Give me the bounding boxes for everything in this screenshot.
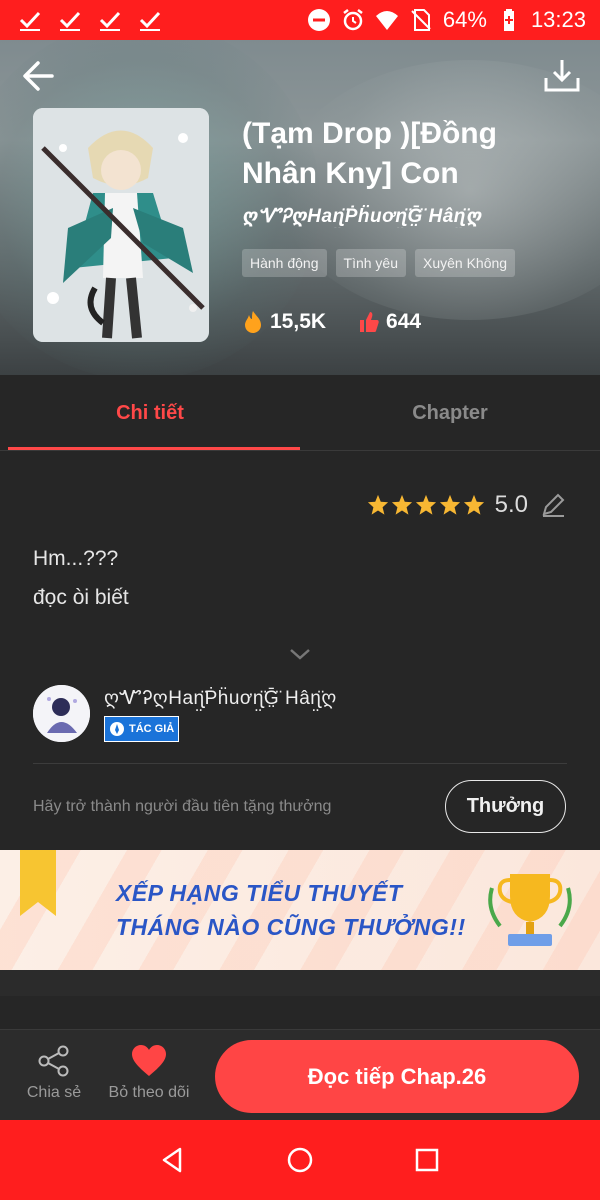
genre-tag[interactable]: Hành động [242,249,327,277]
battery-icon [503,9,514,31]
battery-percent: 64% [442,7,487,32]
author-badge: TÁC GIẢ [104,716,180,742]
thumbs-up-icon [360,312,379,332]
share-icon [38,1045,69,1077]
check-icon [19,11,41,31]
alarm-icon [343,9,363,31]
trophy-icon [488,874,572,946]
nav-home-icon[interactable] [285,1145,315,1175]
share-label: Chia sẻ [26,1084,82,1101]
star-icon [463,494,484,515]
nav-recents-icon[interactable] [412,1145,442,1175]
bookmark-ribbon-icon [20,850,56,916]
ranking-banner[interactable]: XẾP HẠNG TIỂU THUYẾT THÁNG NÀO CŨNG THƯỞ… [0,850,600,970]
wifi-icon [375,11,398,30]
bottom-action-bar: Chia sẻ Bỏ theo dõi Đọc tiếp Chap.26 [0,1029,600,1120]
share-button[interactable]: Chia sẻ [24,1044,84,1102]
detail-panel: 5.0 Hm...??? đọc òi biết ღᏉᎮღHaɳ̤̈Ṗḧuơɳ̤… [0,451,600,850]
banner-title-line: XẾP HẠNG TIỂU THUYẾT [116,880,403,906]
genre-tags: Hành động Tình yêu Xuyên Không [242,249,516,277]
nav-back-icon[interactable] [158,1145,188,1175]
status-bar: 64% 13:23 [0,0,600,40]
tab-chapter[interactable]: Chapter [300,375,600,450]
heart-icon [132,1045,166,1076]
views-count: 15,5K [270,310,327,333]
star-icon [415,494,436,515]
dnd-icon [307,9,330,31]
book-header: (Tạm Drop )[Đồng Nhân Kny] Con ღᏉᎮღHaɳ̤̈… [0,40,600,375]
book-cover[interactable] [33,108,209,342]
edit-pencil-icon[interactable] [540,492,566,518]
system-nav-bar [0,1120,600,1200]
author-row[interactable]: ღᏉᎮღHaɳ̤̈Ṗḧuơɳ̤̈Ḡ̤̈ Hâɳ̤̈ღ TÁC GIẢ [33,685,337,742]
views-stat: 15,5K [242,310,326,334]
genre-tag[interactable]: Xuyên Không [415,249,516,277]
unfollow-button[interactable]: Bỏ theo dõi [104,1044,194,1102]
avatar[interactable] [33,685,90,742]
no-sim-icon [411,9,431,31]
description: Hm...??? đọc òi biết [33,539,129,617]
banner-title-line: THÁNG NÀO CŨNG THƯỞNG!! [116,914,466,940]
unfollow-label: Bỏ theo dõi [108,1084,190,1101]
star-icon [367,494,388,515]
book-stats: 15,5K 644 [242,310,453,334]
star-icon [439,494,460,515]
check-icon [59,11,81,31]
book-title: (Tạm Drop )[Đồng Nhân Kny] Con [242,117,497,190]
clock: 13:23 [530,7,586,32]
tab-details[interactable]: Chi tiết [0,375,300,450]
section-separator [0,970,600,996]
rating-value: 5.0 [494,491,528,518]
description-line: Hm...??? [33,547,119,570]
star-icon [391,494,412,515]
tab-bar: Chi tiết Chapter [0,375,600,451]
likes-stat: 644 [358,310,421,334]
check-icon [99,11,121,31]
empty-section [0,996,600,1029]
description-line: đọc òi biết [33,586,129,609]
rating: 5.0 [367,491,566,519]
fire-icon [245,311,261,333]
download-icon[interactable] [542,56,582,96]
cover-illustration [33,108,209,342]
gift-prompt: Hãy trở thành người đầu tiên tặng thưởng [33,798,332,815]
check-icon [139,11,161,31]
author-badge-label: TÁC GIẢ [129,723,175,735]
genre-tag[interactable]: Tình yêu [335,249,406,277]
reward-button[interactable]: Thưởng [445,780,566,833]
author-name[interactable]: ღᏉᎮღHaɳ̤̈Ṗḧuơɳ̤̈Ḡ̤̈ Hâɳ̤̈ღ [104,687,337,710]
avatar-image [33,685,90,742]
continue-reading-button[interactable]: Đọc tiếp Chap.26 [215,1040,579,1113]
back-arrow-icon[interactable] [18,56,58,96]
pen-badge-icon [110,722,124,736]
likes-count: 644 [386,310,422,333]
book-author[interactable]: ღᏉᎮღHaɳ̤̈Ṗḧuơɳ̤̈Ḡ̤̈ Hâɳ̤̈ღ [242,205,572,228]
divider [33,763,567,764]
chevron-down-icon[interactable] [288,647,312,661]
